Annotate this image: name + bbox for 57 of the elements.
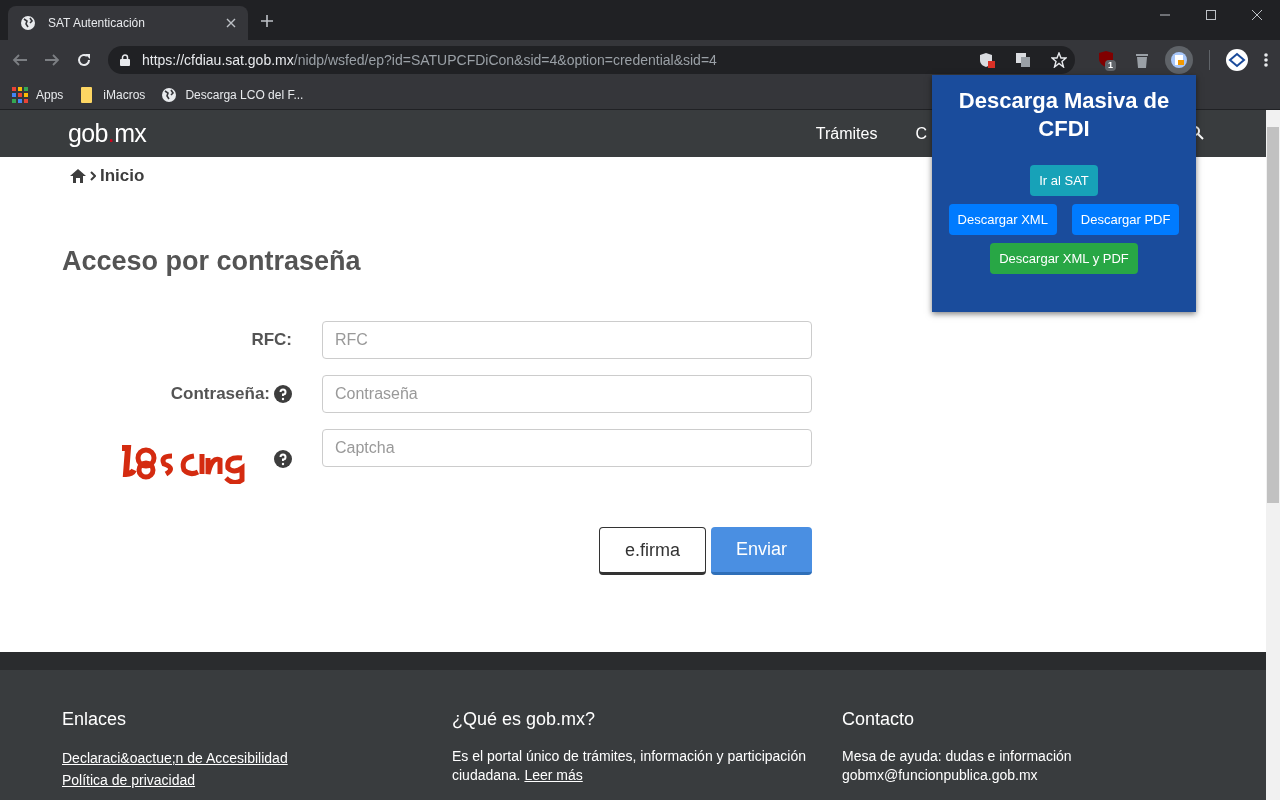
scrollbar-thumb[interactable] bbox=[1267, 127, 1279, 503]
tab-title: SAT Autenticación bbox=[48, 15, 146, 32]
footer-text: Es el portal único de trámites, información y participación ciudadana. Leer más bbox=[452, 747, 808, 785]
menu-icon[interactable] bbox=[1264, 52, 1268, 68]
popup-button[interactable]: Descargar XML bbox=[948, 204, 1057, 235]
field-label: Contraseña: bbox=[170, 383, 270, 406]
url-host: https://cfdiau.sat.gob.mx bbox=[142, 50, 294, 70]
home-icon[interactable] bbox=[70, 169, 86, 183]
extension-button[interactable] bbox=[1165, 46, 1193, 74]
site-logo[interactable]: gob.mx bbox=[68, 114, 147, 153]
close-icon[interactable] bbox=[1252, 10, 1262, 20]
field-label: RFC: bbox=[251, 329, 292, 352]
footer-text: Mesa de ayuda: dudas e información bbox=[842, 747, 1073, 766]
globe-icon bbox=[20, 15, 36, 31]
url-path: /nidp/wsfed/ep?id=SATUPCFDiCon&sid=4&option=credential&sid=4 bbox=[293, 50, 717, 70]
help-icon[interactable] bbox=[274, 450, 292, 468]
bookmark[interactable]: Descarga LCO del F... bbox=[161, 85, 304, 104]
popup-button[interactable]: Descargar PDF bbox=[1071, 204, 1180, 235]
footer-heading: ¿Qué es gob.mx? bbox=[452, 708, 596, 731]
efirma-button[interactable]: e.firma bbox=[599, 527, 706, 575]
footer-link[interactable]: Declaraci&oactue;n de Accesibilidad bbox=[62, 747, 288, 769]
maximize-icon[interactable] bbox=[1206, 10, 1216, 20]
input-field[interactable]: RFC bbox=[322, 321, 812, 359]
input-field[interactable]: Captcha bbox=[322, 429, 812, 467]
extension-shield-button[interactable]: 1 bbox=[1099, 50, 1119, 70]
input-field[interactable]: Contraseña bbox=[322, 375, 812, 413]
help-icon[interactable] bbox=[274, 385, 292, 403]
star-icon[interactable] bbox=[1051, 52, 1067, 68]
trash-icon[interactable] bbox=[1135, 52, 1149, 68]
extension-badge: 1 bbox=[1105, 60, 1116, 71]
document-icon bbox=[1171, 52, 1187, 68]
page-heading: Acceso por contraseña bbox=[62, 245, 361, 278]
back-icon[interactable] bbox=[12, 52, 28, 68]
bookmark[interactable]: iMacros bbox=[79, 85, 146, 104]
avatar-icon[interactable] bbox=[1226, 49, 1248, 71]
popup-title: Descarga Masiva de CFDI bbox=[957, 87, 1171, 143]
breadcrumb-link[interactable]: Inicio bbox=[100, 163, 145, 189]
apps-icon bbox=[12, 86, 28, 103]
globe-icon bbox=[161, 86, 178, 103]
bookmark[interactable]: Apps bbox=[12, 85, 64, 104]
lock-icon bbox=[120, 54, 130, 66]
nav-link[interactable]: Trámites bbox=[815, 121, 878, 146]
scrollbar[interactable] bbox=[1266, 110, 1280, 800]
new-tab-icon[interactable] bbox=[260, 14, 274, 28]
forward-icon[interactable] bbox=[44, 52, 60, 68]
shield-icon[interactable] bbox=[979, 52, 995, 68]
nav-link[interactable]: C bbox=[915, 121, 927, 146]
footer-text: gobmx@funcionpublica.gob.mx bbox=[842, 766, 1039, 785]
chevron-icon bbox=[90, 171, 96, 181]
close-icon[interactable] bbox=[226, 18, 236, 28]
reload-icon[interactable] bbox=[76, 52, 92, 68]
footer-link[interactable]: Leer más bbox=[524, 767, 583, 783]
browser-tab[interactable]: SAT Autenticación bbox=[8, 6, 248, 40]
footer-heading: Contacto bbox=[842, 708, 915, 731]
address-bar[interactable]: https://cfdiau.sat.gob.mx/nidp/wsfed/ep?id=SATUPCFDiCon&sid=4&option=credential&sid=4 bbox=[108, 46, 1075, 74]
footer-link[interactable]: Política de privacidad bbox=[62, 769, 196, 791]
footer-heading: Enlaces bbox=[62, 708, 127, 731]
